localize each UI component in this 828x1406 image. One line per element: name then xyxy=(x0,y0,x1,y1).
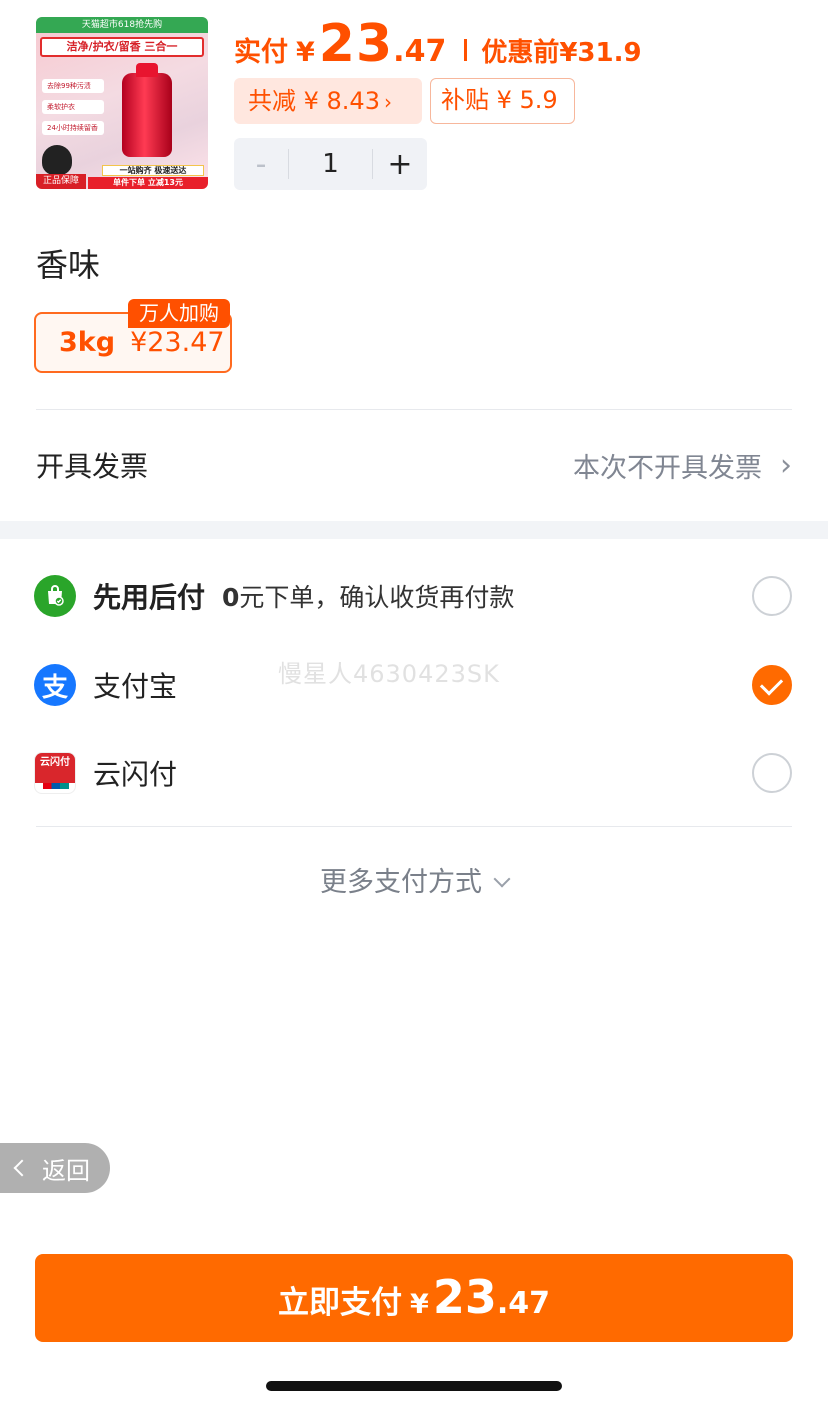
detergent-bottle-icon xyxy=(122,63,172,157)
payment-option-desc: 0元下单，确认收货再付款 xyxy=(222,578,514,614)
back-button[interactable]: 返回 xyxy=(0,1143,110,1193)
popular-badge: 万人加购 xyxy=(128,299,230,328)
payment-option-afterpay[interactable]: 先用后付 0元下单，确认收货再付款 xyxy=(34,566,792,626)
section-separator xyxy=(0,521,828,539)
quantity-stepper: - 1 + xyxy=(234,138,427,190)
payment-radio-afterpay[interactable] xyxy=(752,576,792,616)
price-before-label: 优惠前 xyxy=(481,38,560,68)
payment-radio-unionpay[interactable] xyxy=(752,753,792,793)
chevron-right-icon: › xyxy=(780,447,792,483)
watermark-text: 慢星人4630423SK xyxy=(278,660,500,688)
pay-now-label: 立即支付 xyxy=(278,1285,403,1321)
product-image-tag: 去除99种污渍 xyxy=(42,79,104,93)
actual-price-label: 实付 xyxy=(234,37,288,68)
payment-option-desc-zero: 0 xyxy=(222,583,240,612)
payment-option-desc-text: 元下单，确认收货再付款 xyxy=(239,583,515,612)
spec-title: 香味 xyxy=(36,246,101,284)
actual-price-currency: ¥ xyxy=(296,37,315,68)
invoice-label: 开具发票 xyxy=(36,450,149,483)
total-discount-button[interactable]: 共减 ¥ 8.43 › xyxy=(234,78,422,124)
home-indicator[interactable] xyxy=(266,1381,562,1391)
invoice-value: 本次不开具发票 › xyxy=(573,446,792,485)
chevron-left-icon xyxy=(13,1159,31,1177)
pay-now-decimal: .47 xyxy=(496,1286,550,1321)
product-image-banner: 洁净/护衣/留香 三合一 xyxy=(40,37,204,57)
payment-option-name: 云闪付 xyxy=(93,758,178,791)
payment-option-unionpay[interactable]: 云闪付 云闪付 xyxy=(34,743,792,803)
spec-option-price: ¥23.47 xyxy=(130,327,225,358)
chevron-down-icon xyxy=(493,870,511,888)
product-image-promo: 单件下单 立减13元 xyxy=(88,177,208,189)
actual-price-integer: 23 xyxy=(318,14,394,74)
shopping-bag-check-icon xyxy=(34,575,76,617)
product-image-tags: 去除99种污渍 柔软护衣 24小时持续留香 xyxy=(42,79,104,142)
product-image-tag: 24小时持续留香 xyxy=(42,121,104,135)
chevron-right-icon: › xyxy=(383,90,392,114)
actual-price-decimal: .47 xyxy=(393,34,447,69)
payment-option-name: 先用后付 xyxy=(93,581,206,614)
product-image[interactable]: 天猫超市618抢先购 洁净/护衣/留香 三合一 去除99种污渍 柔软护衣 24小… xyxy=(36,17,208,189)
back-label: 返回 xyxy=(42,1156,90,1185)
price-separator xyxy=(464,39,468,61)
tmall-cat-icon xyxy=(42,145,72,175)
invoice-value-text: 本次不开具发票 xyxy=(573,452,762,484)
price-before-value: ¥31.9 xyxy=(559,38,642,68)
product-image-tag: 柔软护衣 xyxy=(42,100,104,114)
invoice-row[interactable]: 开具发票 本次不开具发票 › xyxy=(36,440,792,490)
product-image-guarantee: 正品保障 xyxy=(36,174,86,189)
divider xyxy=(36,409,792,410)
product-image-topbar: 天猫超市618抢先购 xyxy=(36,17,208,33)
divider xyxy=(36,826,792,827)
payment-option-name: 支付宝 xyxy=(93,670,178,703)
more-payment-methods-button[interactable]: 更多支付方式 xyxy=(0,860,828,899)
pay-now-integer: 23 xyxy=(432,1270,497,1324)
unionpay-stripe xyxy=(43,783,69,789)
alipay-icon: 支 xyxy=(34,664,76,706)
decrease-quantity-button[interactable]: - xyxy=(234,138,288,190)
actual-price: 实付 ¥ 23 .47 优惠前 ¥31.9 xyxy=(234,14,642,74)
unionpay-icon: 云闪付 xyxy=(34,752,76,794)
unionpay-icon-label: 云闪付 xyxy=(35,753,75,783)
pay-now-button[interactable]: 立即支付 ¥ 23 .47 xyxy=(35,1254,793,1342)
more-payment-methods-label: 更多支付方式 xyxy=(320,867,482,898)
pay-now-currency: ¥ xyxy=(410,1289,429,1320)
increase-quantity-button[interactable]: + xyxy=(373,138,427,190)
subsidy-badge: 补贴 ¥ 5.9 xyxy=(430,78,575,124)
spec-option-size: 3kg xyxy=(59,327,116,358)
total-discount-text: 共减 ¥ 8.43 xyxy=(248,87,380,115)
product-image-promo: 一站购齐 极速送达 xyxy=(102,165,204,176)
quantity-input[interactable]: 1 xyxy=(288,149,373,179)
payment-radio-alipay[interactable] xyxy=(752,665,792,705)
